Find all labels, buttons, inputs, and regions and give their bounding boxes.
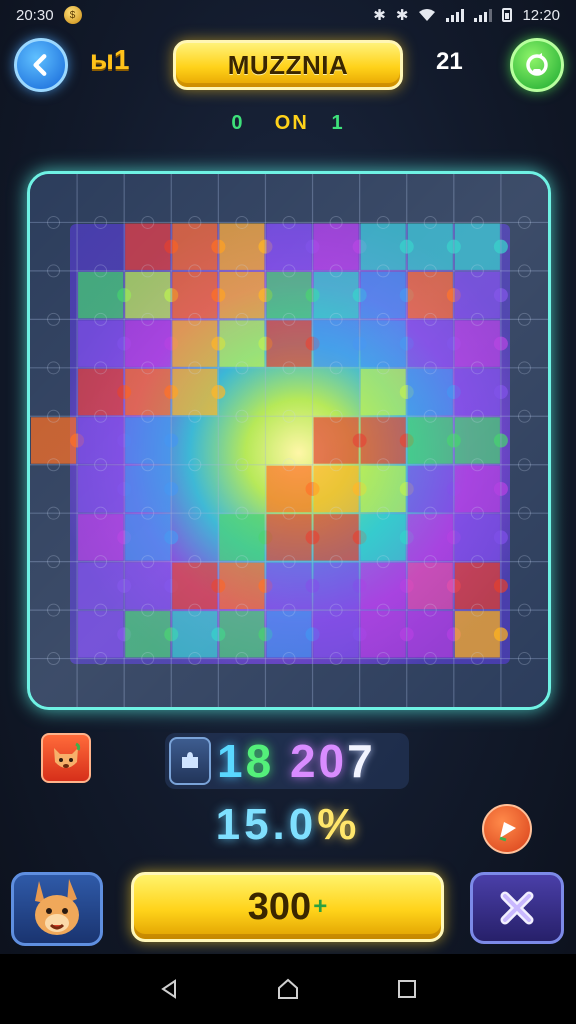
fox-badge[interactable]	[41, 733, 91, 783]
score-part-1: 1	[217, 735, 246, 787]
hint-button[interactable]	[482, 804, 532, 854]
nav-recent-icon[interactable]	[393, 975, 421, 1003]
system-nav-bar	[0, 954, 576, 1024]
moves-count: 21	[436, 48, 463, 75]
status-bar: 20:30 $ ✱ ✱ 12:20	[0, 0, 576, 30]
flag-icon	[499, 822, 516, 842]
nav-back-icon[interactable]	[155, 975, 183, 1003]
puzzle-progress-line: 0 ON 1	[0, 112, 576, 135]
refresh-icon	[526, 53, 548, 76]
score-part-4: 7	[347, 735, 376, 787]
signal-icon-2	[474, 8, 493, 22]
main-action-label: 300	[247, 885, 312, 928]
fox-icon	[54, 742, 81, 768]
score-value: 18 207	[217, 734, 376, 788]
progress-left: 0	[231, 112, 245, 134]
level-title: MUZZNIA	[227, 49, 349, 80]
bluetooth-icon: ✱	[373, 7, 386, 24]
status-time-right: 12:20	[522, 6, 560, 24]
main-action-button[interactable]: 300 +	[131, 872, 444, 942]
signal-icon	[446, 8, 465, 22]
refresh-button[interactable]	[510, 38, 564, 92]
coin-icon: $	[63, 6, 82, 24]
back-button[interactable]	[14, 38, 68, 92]
score-panel: 18 207	[165, 733, 409, 789]
status-time-left: 20:30	[16, 6, 54, 24]
completion-value: 15.0	[215, 800, 318, 849]
completion-sign: %	[317, 800, 361, 849]
progress-right: 1	[331, 112, 345, 134]
main-action-suffix: +	[313, 893, 328, 920]
chevron-left-icon	[33, 54, 47, 76]
close-button[interactable]	[470, 872, 564, 944]
puzzle-board-canvas[interactable]	[30, 174, 548, 707]
status-bar-left: 20:30 $	[16, 6, 82, 24]
level-title-badge[interactable]: MUZZNIA	[173, 40, 403, 90]
mascot-button[interactable]	[11, 872, 103, 946]
nav-home-icon[interactable]	[274, 975, 302, 1003]
status-bar-right: ✱ ✱ 12:20	[373, 6, 560, 25]
kangaroo-mascot-icon	[35, 879, 79, 935]
level-indicator: ы1	[90, 44, 130, 75]
puzzle-board[interactable]	[27, 171, 551, 710]
score-part-3: 20	[289, 735, 348, 787]
progress-middle: ON	[274, 112, 309, 134]
vibrate-icon: ✱	[395, 7, 409, 24]
battery-icon	[502, 8, 513, 22]
score-part-2: 8	[245, 735, 275, 787]
wifi-icon	[419, 9, 436, 21]
puzzle-piece-icon	[169, 737, 211, 785]
close-icon	[500, 891, 534, 925]
